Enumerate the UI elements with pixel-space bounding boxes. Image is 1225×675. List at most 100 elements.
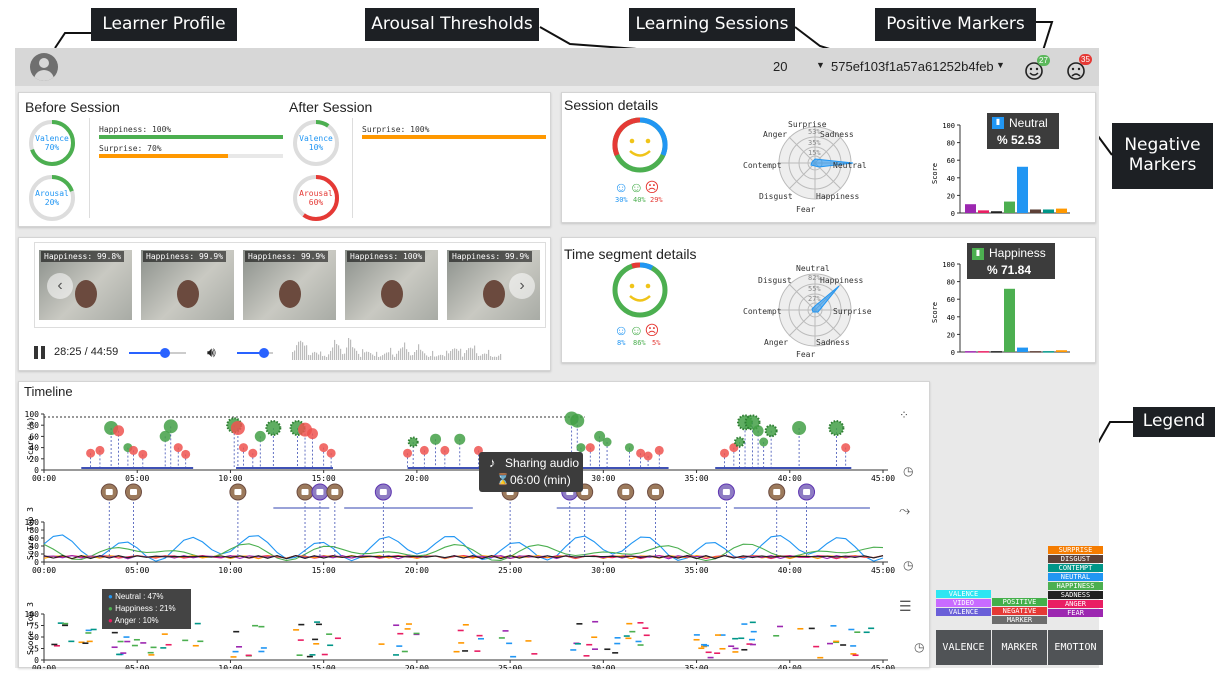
marker-legend-button[interactable]: MARKER (992, 630, 1047, 665)
valence-legend-button[interactable]: VALENCE (936, 630, 991, 665)
x-tick-label: 00:00 (32, 474, 56, 483)
bar (978, 210, 989, 213)
session-pct-1: 30% (615, 196, 628, 204)
marker-dot (430, 433, 442, 445)
wave-bar (390, 347, 392, 360)
wave-bar (496, 356, 498, 360)
x-tick-label: 35:00 (685, 566, 709, 575)
music-note-icon: ♪ (489, 455, 496, 470)
wave-bar (296, 345, 298, 360)
wave-bar (482, 354, 484, 360)
wave-bar (492, 356, 494, 360)
hover-tooltip: ● Neutral : 47% ● Happiness : 21% ● Ange… (102, 589, 191, 629)
seek-slider[interactable] (129, 348, 186, 358)
x-tick-label: 10:00 (218, 474, 242, 483)
wave-bar (342, 354, 344, 360)
wave-bar (480, 355, 482, 360)
after-bar-surprise (362, 135, 546, 139)
wave-bar (488, 349, 490, 360)
wave-bar (474, 345, 476, 360)
y-tick-label: 20 (947, 331, 955, 339)
tooltip-value: % 71.84 (987, 263, 1032, 277)
audio-tooltip: ♪ Sharing audio ⌛ 06:00 (min) (479, 452, 583, 492)
bar (965, 351, 976, 353)
clock-icon[interactable]: ◷ (903, 558, 913, 572)
annotation-glyph (129, 489, 137, 495)
wave-bar (336, 344, 338, 360)
wave-bar (306, 345, 308, 360)
next-arrow-button[interactable]: › (509, 273, 535, 299)
radar-label: Fear (796, 350, 816, 359)
marker-dot (254, 430, 266, 442)
negative-count-badge: 35 (1079, 54, 1092, 65)
annotation-glyph (622, 489, 630, 495)
x-tick-label: 00:00 (32, 664, 56, 669)
wave-bar (358, 353, 360, 360)
segment-bar-tooltip: ▮ Happiness % 71.84 (967, 243, 1055, 279)
pause-icon[interactable] (34, 346, 46, 359)
list-icon[interactable]: ☰ (899, 598, 912, 615)
marker-dot (733, 436, 745, 448)
thumbnail-strip: Happiness: 99.8% Happiness: 99.9% Happin… (34, 242, 546, 328)
positive-markers-button[interactable]: 27 (1024, 55, 1050, 83)
x-tick-label: 15:00 (312, 664, 336, 669)
wave-bar (362, 349, 364, 360)
legend-stack-item: POSITIVE (992, 598, 1047, 606)
threshold-select[interactable]: 20 ▼ (773, 59, 838, 74)
volume-slider[interactable] (237, 348, 273, 358)
emotion-legend-button[interactable]: EMOTION (1048, 630, 1103, 665)
wave-bar (418, 344, 420, 360)
top-bar: 20 ▼ 575ef103f1a57a61252b4feb ▼ 27 35 (15, 48, 1099, 86)
profile-icon[interactable] (30, 53, 58, 81)
y-axis-label: Score Top 3 (26, 507, 35, 560)
legend-stack-item: VALENCE (936, 590, 991, 598)
wave-bar (354, 348, 356, 360)
wave-bar (326, 356, 328, 360)
wave-bar (472, 348, 474, 360)
bar-chart-icon: ▮ (972, 248, 984, 260)
x-tick-label: 00:00 (32, 566, 56, 575)
session-select[interactable]: 575ef103f1a57a61252b4feb ▼ (831, 59, 1011, 74)
bar (991, 211, 1002, 213)
wave-bar (454, 348, 456, 360)
session-details-title: Session details (564, 97, 659, 113)
video-thumbnail[interactable]: Happiness: 99.9% (243, 250, 336, 320)
marker-dot (419, 445, 429, 455)
bar (1017, 166, 1028, 213)
legend-stack-item: CONTEMPT (1048, 564, 1103, 572)
wave-bar (430, 355, 432, 360)
marker-dot (306, 428, 318, 440)
clock-icon[interactable]: ◷ (903, 464, 913, 478)
radar-label: Neutral (833, 161, 867, 170)
clock-icon[interactable]: ◷ (914, 640, 924, 654)
wave-bar (368, 351, 370, 360)
wave-bar (414, 352, 416, 360)
wave-bar (448, 353, 450, 360)
wave-bar (458, 350, 460, 360)
marker-dot (643, 451, 653, 461)
trend-icon[interactable]: ⤳ (899, 502, 910, 519)
negative-markers-button[interactable]: 35 (1066, 54, 1092, 83)
session-summary-panel: Before Session Valence 70% Arousal 20% H… (18, 92, 551, 227)
bar (1056, 208, 1067, 213)
legend-stack-item: DISGUST (1048, 555, 1103, 563)
valence-legend-stack: VALENCE VIDEO VALENCE (936, 590, 991, 630)
wave-bar (402, 347, 404, 360)
volume-icon[interactable]: 🔊︎ (207, 344, 216, 361)
wave-bar (446, 350, 448, 360)
session-pct-2: 40% (633, 196, 646, 204)
marker-dot (113, 425, 125, 437)
wave-bar (382, 355, 384, 360)
session-smiley-icons: ☺☺☹ (614, 179, 661, 195)
video-thumbnail[interactable]: Happiness: 100% (345, 250, 438, 320)
bar (1056, 350, 1067, 352)
video-thumbnail[interactable]: Happiness: 99.9% (141, 250, 234, 320)
wave-bar (346, 347, 348, 360)
marker-dot (265, 420, 282, 436)
wave-bar (476, 353, 478, 360)
divider (89, 118, 90, 218)
prev-arrow-button[interactable]: ‹ (47, 273, 73, 299)
wave-bar (428, 356, 430, 360)
scatter-toggle-icon[interactable]: ⁘ (899, 408, 909, 422)
marker-dot (95, 445, 105, 455)
